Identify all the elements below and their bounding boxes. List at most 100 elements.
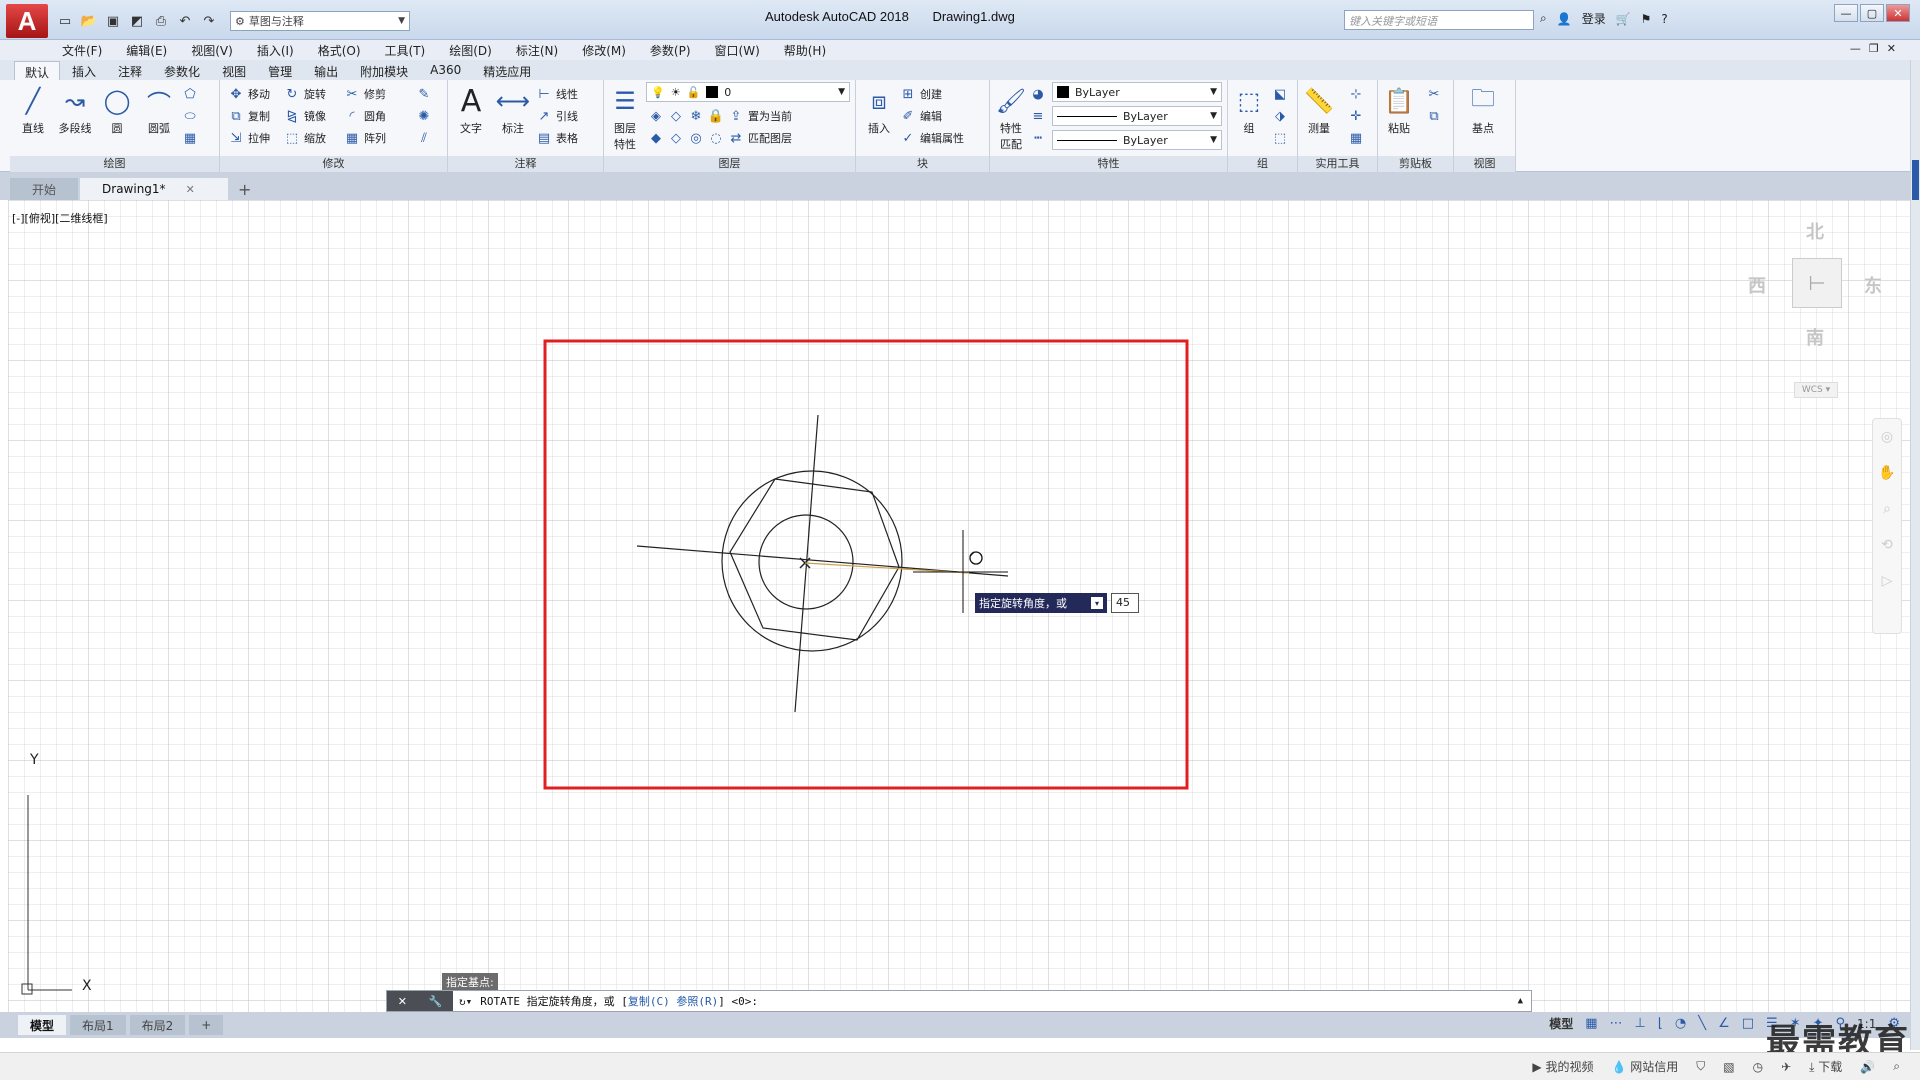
- download-link[interactable]: ⤓ 下载: [1809, 1058, 1842, 1075]
- doc-minimize-icon[interactable]: —: [1850, 42, 1861, 55]
- option-reference[interactable]: 参照(R): [676, 995, 718, 1008]
- menu-help[interactable]: 帮助(H): [784, 42, 826, 59]
- match-layer-label[interactable]: 匹配图层: [748, 130, 792, 146]
- viewcube-west[interactable]: 西: [1748, 272, 1766, 298]
- application-menu-button[interactable]: A: [6, 4, 48, 38]
- layer-unisolate-icon[interactable]: ◇: [668, 130, 684, 146]
- linear-dim-tool[interactable]: ⊢ 线性: [536, 84, 578, 104]
- tab-insert[interactable]: 插入: [62, 61, 106, 80]
- linetype-select[interactable]: ByLayer ▼: [1052, 130, 1222, 150]
- lineweight-select[interactable]: ByLayer ▼: [1052, 106, 1222, 126]
- cart-icon[interactable]: 🛒: [1616, 12, 1631, 26]
- menu-modify[interactable]: 修改(M): [582, 42, 626, 59]
- steering-wheel-icon[interactable]: ◎: [1873, 419, 1901, 455]
- explode-tool[interactable]: ✺: [416, 106, 432, 126]
- menu-edit[interactable]: 编辑(E): [126, 42, 167, 59]
- vertical-scrollbar[interactable]: [1910, 60, 1920, 1050]
- copy-clip-icon[interactable]: ⧉: [1426, 106, 1442, 126]
- menu-dimension[interactable]: 标注(N): [516, 42, 558, 59]
- dimension-tool[interactable]: ⟷ 标注: [494, 84, 532, 136]
- panel-utilities-title[interactable]: 实用工具: [1298, 156, 1377, 172]
- layer-off-icon[interactable]: ◈: [648, 108, 664, 124]
- layer-unlock-icon[interactable]: ◌: [708, 130, 724, 146]
- image-icon[interactable]: ▧: [1723, 1060, 1734, 1074]
- paste-tool[interactable]: 📋 粘贴: [1380, 84, 1418, 136]
- menu-draw[interactable]: 绘图(D): [449, 42, 492, 59]
- fillet-tool[interactable]: ◜ 圆角: [344, 106, 386, 126]
- viewcube-south[interactable]: 南: [1806, 324, 1824, 350]
- print-icon[interactable]: ⎙: [152, 12, 170, 30]
- tab-start[interactable]: 开始: [10, 178, 79, 200]
- close-tab-icon[interactable]: ✕: [186, 183, 195, 196]
- scroll-thumb[interactable]: [1912, 160, 1919, 200]
- infer-constraints-icon[interactable]: ⊥: [1635, 1016, 1646, 1031]
- text-tool[interactable]: A 文字: [452, 84, 490, 136]
- drawing-canvas[interactable]: [-][俯视][二维线框] Y X 北 西 东 南 ⊢ WCS ▾ ◎ ✋ ⌕ …: [8, 200, 1912, 1012]
- panel-draw-title[interactable]: 绘图: [10, 156, 219, 172]
- panel-groups-title[interactable]: 组: [1228, 156, 1297, 172]
- menu-tools[interactable]: 工具(T): [385, 42, 426, 59]
- menu-view[interactable]: 视图(V): [191, 42, 233, 59]
- color-select[interactable]: ByLayer ▼: [1052, 82, 1222, 102]
- calculator-icon[interactable]: ▦: [1348, 128, 1364, 148]
- menu-format[interactable]: 格式(O): [318, 42, 361, 59]
- doc-restore-icon[interactable]: ❐: [1869, 42, 1879, 55]
- viewport-controls[interactable]: [-][俯视][二维线框]: [12, 210, 108, 226]
- minimize-button[interactable]: —: [1834, 4, 1858, 22]
- save-as-icon[interactable]: ◩: [128, 12, 146, 30]
- customize-wrench-icon[interactable]: 🔧: [429, 995, 443, 1008]
- new-layout-button[interactable]: +: [189, 1015, 224, 1035]
- tab-output[interactable]: 输出: [304, 61, 348, 80]
- close-command-icon[interactable]: ✕: [398, 995, 407, 1008]
- command-line[interactable]: ✕ 🔧 ↻▾ ROTATE 指定旋转角度，或 [复制(C) 参照(R)] <0>…: [386, 990, 1532, 1012]
- layer-walk-icon[interactable]: ◆: [648, 130, 664, 146]
- ellipse-tool[interactable]: ⬭: [182, 106, 198, 126]
- doc-close-icon[interactable]: ✕: [1887, 42, 1896, 55]
- create-block-tool[interactable]: ⊞ 创建: [900, 84, 942, 104]
- panel-modify-title[interactable]: 修改: [220, 156, 447, 172]
- binoculars-icon[interactable]: ⌕: [1540, 11, 1547, 26]
- zoom-icon[interactable]: ⌕: [1893, 1059, 1900, 1074]
- pin-icon[interactable]: ✈: [1781, 1060, 1791, 1074]
- layer-select[interactable]: 💡 ☀ 🔓 0 ▼: [646, 82, 850, 102]
- orbit-icon[interactable]: ⟲: [1873, 527, 1901, 563]
- save-icon[interactable]: ▣: [104, 12, 122, 30]
- undo-icon[interactable]: ↶: [176, 12, 194, 30]
- video-link[interactable]: ▶ 我的视频: [1532, 1058, 1593, 1075]
- panel-block-title[interactable]: 块: [856, 156, 989, 172]
- rotation-angle-input[interactable]: 45: [1111, 593, 1139, 613]
- table-tool[interactable]: ▤ 表格: [536, 128, 578, 148]
- stretch-tool[interactable]: ⇲ 拉伸: [228, 128, 270, 148]
- hatch-tool[interactable]: ▦: [182, 128, 198, 148]
- layer-freeze-icon[interactable]: ❄: [688, 108, 704, 124]
- pan-icon[interactable]: ✋: [1873, 455, 1901, 491]
- viewcube-top-face[interactable]: ⊢: [1792, 258, 1842, 308]
- move-tool[interactable]: ✥ 移动: [228, 84, 270, 104]
- ungroup-icon[interactable]: ⬕: [1272, 84, 1288, 104]
- menu-window[interactable]: 窗口(W): [715, 42, 760, 59]
- new-file-icon[interactable]: ▭: [56, 12, 74, 30]
- trim-tool[interactable]: ✂ 修剪: [344, 84, 386, 104]
- group-tool[interactable]: ⬚ 组: [1230, 84, 1268, 136]
- polyline-tool[interactable]: ↝ 多段线: [56, 84, 94, 136]
- tab-view[interactable]: 视图: [212, 61, 256, 80]
- option-copy[interactable]: 复制(C): [628, 995, 670, 1008]
- offset-tool[interactable]: ⫽: [416, 128, 432, 148]
- object-snap-tracking-icon[interactable]: ∠: [1718, 1016, 1730, 1031]
- tab-layout2[interactable]: 布局2: [129, 1015, 186, 1035]
- tab-parametric[interactable]: 参数化: [154, 61, 210, 80]
- clock-icon[interactable]: ◷: [1753, 1060, 1763, 1074]
- layer-properties-tool[interactable]: ☰ 图层特性: [606, 84, 644, 152]
- tab-addins[interactable]: 附加模块: [350, 61, 418, 80]
- viewcube[interactable]: 北 西 东 南 ⊢ WCS ▾: [1744, 214, 1894, 398]
- linetype-icon[interactable]: ┅: [1030, 128, 1046, 148]
- command-history-arrow-icon[interactable]: ▲: [1518, 996, 1523, 1006]
- help-icon[interactable]: ?: [1661, 12, 1667, 26]
- circle-tool[interactable]: ◯ 圆: [98, 84, 136, 136]
- menu-file[interactable]: 文件(F): [62, 42, 102, 59]
- maximize-button[interactable]: ▢: [1860, 4, 1884, 22]
- match-properties-tool[interactable]: 🖌 特性匹配: [992, 84, 1030, 152]
- array-tool[interactable]: ▦ 阵列: [344, 128, 386, 148]
- tab-model[interactable]: 模型: [18, 1015, 67, 1035]
- new-tab-button[interactable]: +: [230, 178, 259, 200]
